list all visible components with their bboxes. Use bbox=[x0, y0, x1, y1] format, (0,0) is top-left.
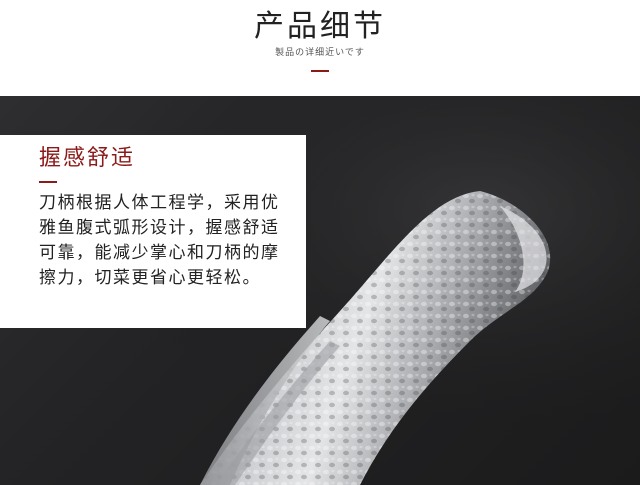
section-title: 产品细节 bbox=[254, 9, 386, 44]
feature-description: 刀柄根据人体工程学，采用优 雅鱼腹式弧形设计，握感舒适 可靠，能减少掌心和刀柄的… bbox=[39, 191, 299, 291]
section-header: 产品细节 製品の详细近いです bbox=[0, 0, 640, 96]
title-divider bbox=[311, 70, 329, 72]
section-subtitle: 製品の详细近いです bbox=[275, 48, 365, 58]
description-line: 刀柄根据人体工程学，采用优 bbox=[39, 193, 280, 213]
description-line: 擦力，切菜更省心更轻松。 bbox=[39, 268, 261, 288]
description-line: 雅鱼腹式弧形设计，握感舒适 bbox=[39, 218, 280, 238]
feature-card: 握感舒适 刀柄根据人体工程学，采用优 雅鱼腹式弧形设计，握感舒适 可靠，能减少掌… bbox=[0, 135, 306, 328]
feature-divider bbox=[39, 181, 57, 183]
feature-title: 握感舒适 bbox=[39, 146, 136, 171]
description-line: 可靠，能减少掌心和刀柄的摩 bbox=[39, 243, 280, 263]
